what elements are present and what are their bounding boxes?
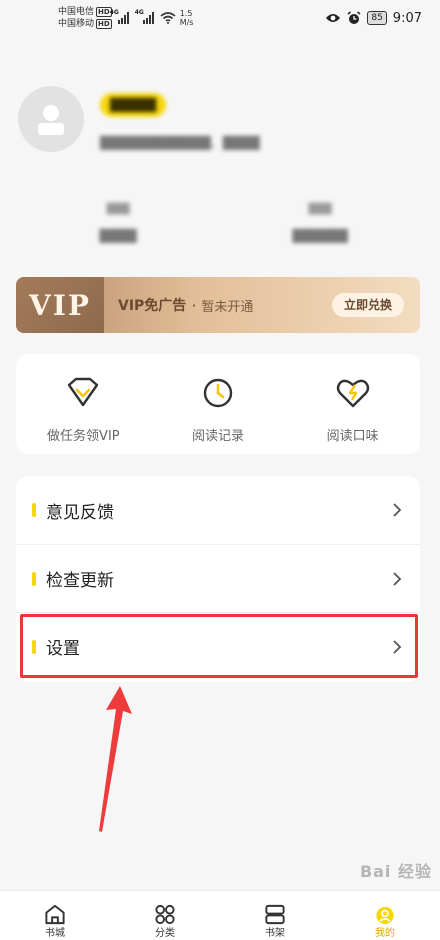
hd-badge: HD bbox=[96, 19, 112, 29]
nav-label: 分类 bbox=[155, 928, 175, 939]
clock-icon bbox=[203, 378, 233, 408]
battery-icon: 85 bbox=[367, 11, 387, 25]
tab-mine[interactable]: 我的 bbox=[330, 891, 440, 940]
stat-item[interactable]: ███ ████ bbox=[58, 203, 178, 243]
menu-label: 设置 bbox=[46, 639, 80, 659]
action-label: 做任务领VIP bbox=[47, 429, 120, 444]
nav-label: 书架 bbox=[265, 928, 285, 939]
clock-time: 9:07 bbox=[392, 10, 422, 26]
chevron-right-icon bbox=[393, 572, 402, 586]
tab-category[interactable]: 分类 bbox=[110, 891, 220, 940]
bottom-nav: 书城 分类 书架 我的 bbox=[0, 890, 440, 940]
chevron-right-icon bbox=[393, 640, 402, 654]
home-icon bbox=[45, 904, 65, 925]
action-reading-history[interactable]: 阅读记录 bbox=[151, 354, 286, 454]
chevron-right-icon bbox=[393, 503, 402, 517]
action-label: 阅读记录 bbox=[192, 429, 245, 444]
user-icon bbox=[38, 105, 64, 135]
carrier-1: 中国电信 bbox=[58, 7, 95, 17]
action-label: 阅读口味 bbox=[326, 429, 379, 444]
status-bar: 中国电信 HD 中国移动 HD 4G 4G 1.5 M/s 85 9:07 bbox=[0, 0, 440, 36]
category-icon bbox=[155, 904, 175, 925]
eye-icon bbox=[326, 14, 341, 22]
carrier-2: 中国移动 bbox=[58, 19, 95, 29]
tab-bookshelf[interactable]: 书架 bbox=[220, 891, 330, 940]
vip-separator: · bbox=[191, 295, 197, 315]
quick-actions-card: 做任务领VIP 阅读记录 阅读口味 bbox=[16, 354, 420, 454]
bookshelf-icon bbox=[265, 904, 285, 925]
vip-banner[interactable]: VIP VIP免广告 · 暂未开通 立即兑换 bbox=[16, 277, 420, 333]
network-type-1: 4G bbox=[109, 9, 119, 16]
annotation-arrow-icon bbox=[99, 686, 132, 832]
stat-number: ███ bbox=[106, 204, 130, 215]
signal-icon: 4G bbox=[110, 9, 129, 24]
status-right: 85 9:07 bbox=[325, 11, 422, 26]
menu-item-check-update[interactable]: 检查更新 bbox=[16, 544, 420, 612]
signal-icon: 4G bbox=[135, 9, 154, 24]
redeem-button[interactable]: 立即兑换 bbox=[331, 293, 404, 317]
menu-item-settings[interactable]: 设置 bbox=[16, 612, 420, 680]
nav-label: 我的 bbox=[375, 928, 395, 939]
menu-marker bbox=[32, 571, 36, 586]
wifi-icon bbox=[160, 12, 176, 24]
nav-label: 书城 bbox=[45, 928, 65, 939]
network-speed: 1.5 M/s bbox=[179, 9, 194, 27]
menu-card: 意见反馈 检查更新 设置 bbox=[16, 476, 420, 682]
tab-bookstore[interactable]: 书城 bbox=[0, 891, 110, 940]
menu-label: 意见反馈 bbox=[46, 502, 114, 523]
stat-number: ███ bbox=[308, 204, 332, 215]
nickname[interactable]: █████ bbox=[100, 93, 167, 117]
heart-icon bbox=[336, 379, 369, 408]
carrier-info: 中国电信 HD 中国移动 HD bbox=[58, 6, 112, 30]
watermark: Bai 经验 bbox=[359, 862, 432, 881]
profile-icon bbox=[376, 906, 394, 925]
stat-label: ████ bbox=[99, 229, 137, 243]
vip-title: VIP免广告 bbox=[118, 298, 187, 314]
menu-marker bbox=[32, 639, 36, 654]
vip-status: 暂未开通 bbox=[201, 299, 254, 315]
stat-item[interactable]: ███ ██████ bbox=[260, 203, 380, 243]
user-bio: ████████████、████ bbox=[100, 136, 260, 150]
vip-logo: VIP bbox=[16, 277, 104, 333]
diamond-icon bbox=[68, 377, 99, 407]
stat-label: ██████ bbox=[292, 229, 348, 243]
avatar[interactable] bbox=[18, 86, 84, 152]
alarm-icon bbox=[347, 11, 361, 24]
menu-marker bbox=[32, 503, 36, 517]
menu-item-feedback[interactable]: 意见反馈 bbox=[16, 476, 420, 544]
menu-label: 检查更新 bbox=[46, 571, 114, 591]
action-vip-task[interactable]: 做任务领VIP bbox=[16, 354, 151, 454]
action-reading-taste[interactable]: 阅读口味 bbox=[285, 354, 420, 454]
network-type-2: 4G bbox=[134, 9, 144, 16]
